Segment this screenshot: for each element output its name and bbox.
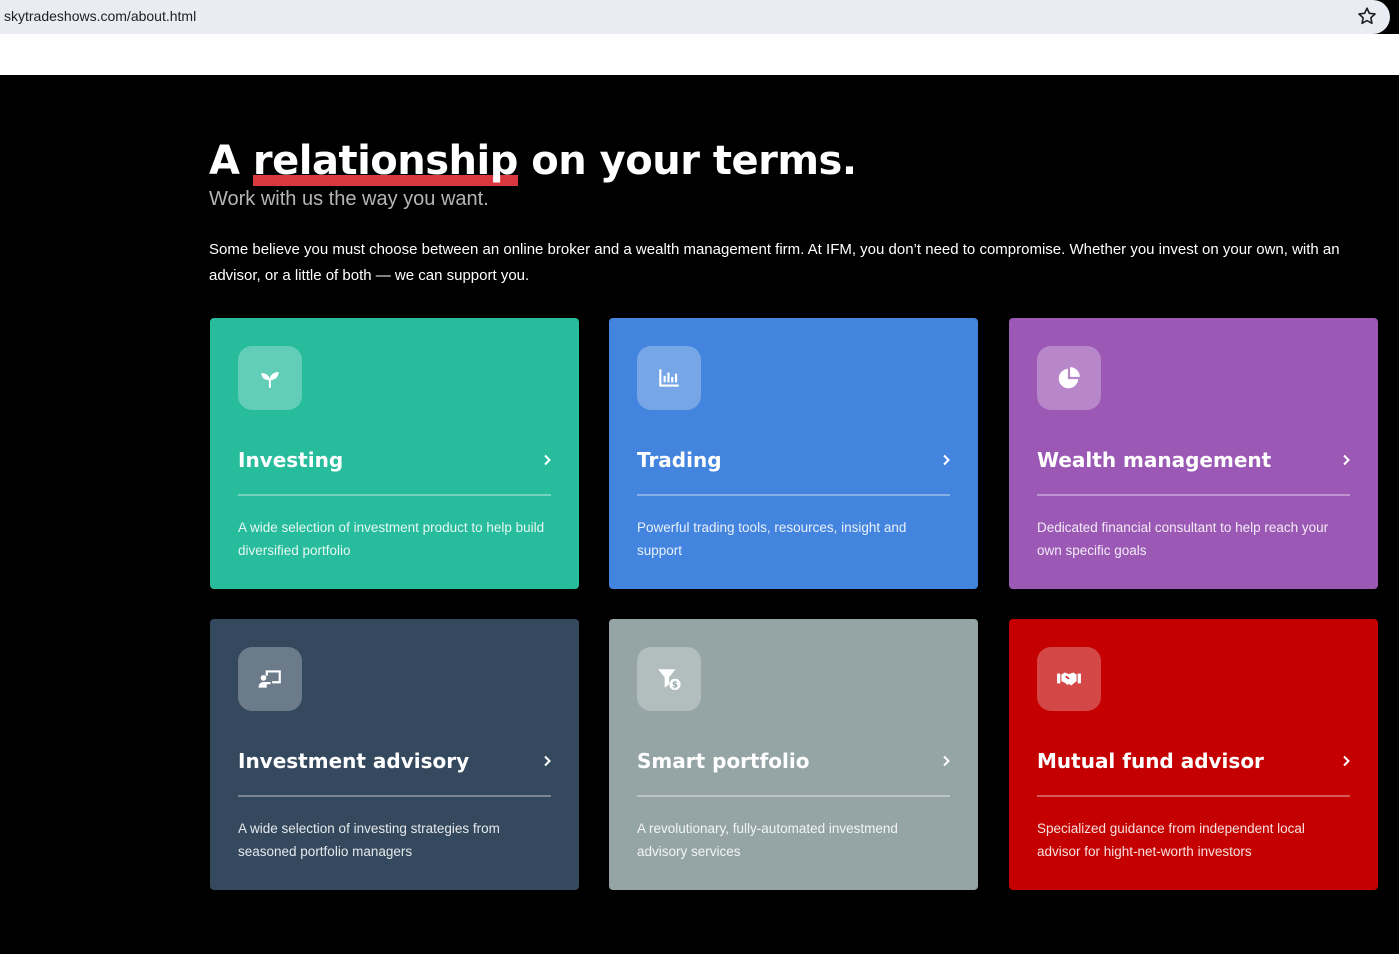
icon-container [238,346,302,410]
page-top-band [0,34,1399,75]
card-title: Trading [637,448,722,472]
icon-container [1037,647,1101,711]
card-divider [637,494,950,496]
chevron-right-icon [544,454,551,466]
card-investment-advisory[interactable]: Investment advisory A wide selection of … [210,619,579,890]
title-part-after: on your terms. [517,138,857,184]
card-description: Powerful trading tools, resources, insig… [637,520,907,558]
chevron-right-icon [1343,454,1350,466]
page-subtitle: Work with us the way you want. [209,188,489,210]
card-investing[interactable]: Investing A wide selection of investment… [210,318,579,589]
card-description: A revolutionary, fully-automated investm… [637,821,898,859]
icon-container: $ [637,647,701,711]
card-description: Specialized guidance from independent lo… [1037,821,1305,859]
card-divider [1037,494,1350,496]
card-divider [1037,795,1350,797]
address-bar[interactable]: skytradeshows.com/about.html [0,0,1390,34]
card-title: Investment advisory [238,749,470,773]
chevron-right-icon [943,755,950,767]
handshake-icon [1057,672,1081,686]
page-title: A relationship on your terms. [209,135,857,187]
card-mutual-fund-advisor[interactable]: Mutual fund advisor Specialized guidance… [1009,619,1378,890]
card-wealth-management[interactable]: Wealth management Dedicated financial co… [1009,318,1378,589]
svg-text:$: $ [672,681,678,691]
title-part-before: A [209,138,253,184]
url-text[interactable]: skytradeshows.com/about.html [4,8,196,24]
card-divider [637,795,950,797]
card-trading[interactable]: Trading Powerful trading tools, resource… [609,318,978,589]
card-title: Investing [238,448,344,472]
card-description: A wide selection of investing strategies… [238,821,500,859]
icon-container [238,647,302,711]
card-title: Mutual fund advisor [1037,749,1264,773]
pie-chart-icon [1058,367,1080,389]
card-smart-portfolio[interactable]: $ Smart portfolio A revolutionary, fully… [609,619,978,890]
icon-container [637,346,701,410]
star-icon[interactable] [1356,5,1378,27]
teacher-board-icon [258,670,281,688]
card-title: Smart portfolio [637,749,810,773]
title-highlight: relationship [252,138,518,186]
card-description: A wide selection of investment product t… [238,520,545,558]
card-title: Wealth management [1037,448,1272,472]
chevron-right-icon [943,454,950,466]
card-divider [238,795,551,797]
card-divider [238,494,551,496]
funnel-dollar-icon: $ [658,669,681,691]
icon-container [1037,346,1101,410]
sprout-icon [261,372,279,388]
bar-chart-icon [659,369,679,387]
chevron-right-icon [544,755,551,767]
chevron-right-icon [1343,755,1350,767]
intro-paragraph: Some believe you must choose between an … [209,241,1340,284]
card-description: Dedicated financial consultant to help r… [1037,520,1329,558]
